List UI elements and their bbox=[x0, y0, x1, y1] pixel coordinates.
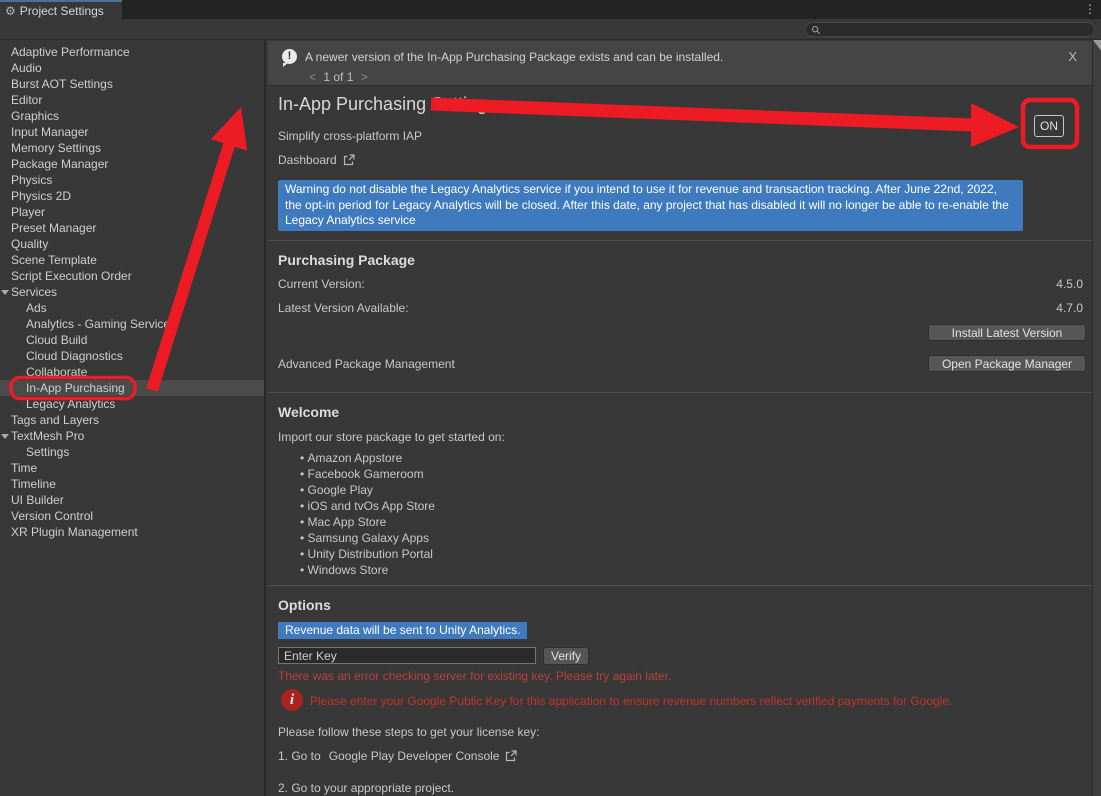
sidebar-item-analytics-gaming-services[interactable]: Analytics - Gaming Services bbox=[0, 316, 264, 332]
store-list-item: Windows Store bbox=[300, 562, 435, 578]
store-list-item: Google Play bbox=[300, 482, 435, 498]
error-info-icon: i bbox=[281, 689, 303, 711]
sidebar-item-package-manager[interactable]: Package Manager bbox=[0, 156, 264, 172]
close-icon[interactable]: X bbox=[1068, 49, 1077, 64]
project-settings-window: ⚙ Project Settings ⋮ Adaptive Performanc… bbox=[0, 0, 1101, 796]
advanced-package-label: Advanced Package Management bbox=[278, 357, 455, 371]
gear-icon: ⚙ bbox=[5, 5, 16, 17]
sidebar-item-in-app-purchasing[interactable]: In-App Purchasing bbox=[0, 380, 264, 396]
sidebar-item-input-manager[interactable]: Input Manager bbox=[0, 124, 264, 140]
title-bar: ⚙ Project Settings ⋮ bbox=[0, 0, 1101, 19]
current-version-label: Current Version: bbox=[278, 277, 365, 291]
store-list-item: iOS and tvOs App Store bbox=[300, 498, 435, 514]
chevron-down-icon[interactable] bbox=[1, 434, 9, 439]
welcome-heading: Welcome bbox=[278, 404, 339, 420]
sidebar-item-cloud-diagnostics[interactable]: Cloud Diagnostics bbox=[0, 348, 264, 364]
google-key-warning-text: Please enter your Google Public Key for … bbox=[310, 694, 952, 708]
external-link-icon bbox=[343, 154, 355, 166]
sidebar-item-textmesh-pro[interactable]: TextMesh Pro bbox=[0, 428, 264, 444]
sidebar-item-version-control[interactable]: Version Control bbox=[0, 508, 264, 524]
legacy-analytics-warning-box: Warning do not disable the Legacy Analyt… bbox=[278, 180, 1023, 231]
sidebar-item-time[interactable]: Time bbox=[0, 460, 264, 476]
pager-label: 1 of 1 bbox=[323, 70, 353, 84]
sidebar-item-cloud-build[interactable]: Cloud Build bbox=[0, 332, 264, 348]
sidebar-item-timeline[interactable]: Timeline bbox=[0, 476, 264, 492]
iap-toggle-on-button[interactable]: ON bbox=[1034, 115, 1064, 137]
notification-icon: ! bbox=[282, 49, 297, 64]
latest-version-value: 4.7.0 bbox=[1056, 301, 1083, 315]
purchasing-package-heading: Purchasing Package bbox=[278, 252, 415, 268]
external-link-icon bbox=[505, 750, 517, 762]
scrollbar-grip-icon bbox=[1093, 40, 1101, 52]
verify-button[interactable]: Verify bbox=[543, 647, 589, 665]
sidebar-item-ads[interactable]: Ads bbox=[0, 300, 264, 316]
latest-version-label: Latest Version Available: bbox=[278, 301, 409, 315]
google-play-console-link[interactable]: Google Play Developer Console bbox=[329, 749, 500, 763]
pager-next-button[interactable]: > bbox=[357, 70, 372, 84]
store-list-item: Amazon Appstore bbox=[300, 450, 435, 466]
sidebar-item-services[interactable]: Services bbox=[0, 284, 264, 300]
subtitle: Simplify cross-platform IAP bbox=[278, 129, 422, 143]
sidebar-item-script-execution-order[interactable]: Script Execution Order bbox=[0, 268, 264, 284]
sidebar-item-xr-plugin-management[interactable]: XR Plugin Management bbox=[0, 524, 264, 540]
sidebar-item-adaptive-performance[interactable]: Adaptive Performance bbox=[0, 44, 264, 60]
store-list-item: Mac App Store bbox=[300, 514, 435, 530]
sidebar-item-legacy-analytics[interactable]: Legacy Analytics bbox=[0, 396, 264, 412]
dashboard-label: Dashboard bbox=[278, 153, 337, 167]
notification-pager: < 1 of 1 > bbox=[305, 70, 372, 84]
store-list-item: Facebook Gameroom bbox=[300, 466, 435, 482]
notification-banner: ! A newer version of the In-App Purchasi… bbox=[268, 41, 1092, 86]
sidebar-item-preset-manager[interactable]: Preset Manager bbox=[0, 220, 264, 236]
page-title: In-App Purchasing Settings bbox=[278, 94, 496, 115]
dashboard-link[interactable]: Dashboard bbox=[278, 153, 355, 167]
section-divider bbox=[268, 240, 1092, 241]
sidebar-item-memory-settings[interactable]: Memory Settings bbox=[0, 140, 264, 156]
sidebar-item-audio[interactable]: Audio bbox=[0, 60, 264, 76]
window-title: Project Settings bbox=[20, 4, 104, 18]
steps-intro: Please follow these steps to get your li… bbox=[278, 725, 539, 739]
store-list: Amazon AppstoreFacebook GameroomGoogle P… bbox=[300, 450, 435, 578]
section-divider bbox=[268, 392, 1092, 393]
settings-content: ! A newer version of the In-App Purchasi… bbox=[268, 40, 1092, 796]
step1-row: 1. Go to Google Play Developer Console bbox=[278, 749, 517, 763]
notification-text: A newer version of the In-App Purchasing… bbox=[305, 50, 723, 64]
key-check-error-text: There was an error checking server for e… bbox=[278, 669, 671, 683]
store-list-item: Unity Distribution Portal bbox=[300, 546, 435, 562]
search-icon bbox=[811, 25, 821, 35]
sidebar-item-physics-2d[interactable]: Physics 2D bbox=[0, 188, 264, 204]
tab-project-settings[interactable]: ⚙ Project Settings bbox=[0, 0, 122, 19]
step2-text: 2. Go to your appropriate project. bbox=[278, 781, 454, 795]
pager-prev-button[interactable]: < bbox=[305, 70, 320, 84]
search-input[interactable] bbox=[825, 24, 1089, 36]
sidebar-item-physics[interactable]: Physics bbox=[0, 172, 264, 188]
sidebar-item-editor[interactable]: Editor bbox=[0, 92, 264, 108]
search-box[interactable] bbox=[805, 22, 1095, 37]
sidebar-item-burst-aot-settings[interactable]: Burst AOT Settings bbox=[0, 76, 264, 92]
options-heading: Options bbox=[278, 597, 331, 613]
sidebar-item-collaborate[interactable]: Collaborate bbox=[0, 364, 264, 380]
toolbar bbox=[0, 19, 1101, 40]
sidebar-item-player[interactable]: Player bbox=[0, 204, 264, 220]
open-package-manager-button[interactable]: Open Package Manager bbox=[928, 355, 1086, 372]
section-divider bbox=[268, 585, 1092, 586]
license-key-input[interactable] bbox=[278, 647, 536, 664]
analytics-note-badge: Revenue data will be sent to Unity Analy… bbox=[278, 622, 527, 639]
sidebar-item-tags-and-layers[interactable]: Tags and Layers bbox=[0, 412, 264, 428]
settings-sidebar: Adaptive PerformanceAudioBurst AOT Setti… bbox=[0, 40, 266, 796]
chevron-down-icon[interactable] bbox=[1, 290, 9, 295]
current-version-value: 4.5.0 bbox=[1056, 277, 1083, 291]
sidebar-item-quality[interactable]: Quality bbox=[0, 236, 264, 252]
welcome-intro: Import our store package to get started … bbox=[278, 430, 505, 444]
sidebar-item-graphics[interactable]: Graphics bbox=[0, 108, 264, 124]
install-latest-version-button[interactable]: Install Latest Version bbox=[928, 324, 1086, 341]
sidebar-item-scene-template[interactable]: Scene Template bbox=[0, 252, 264, 268]
vertical-scrollbar[interactable] bbox=[1092, 40, 1101, 796]
kebab-menu-icon[interactable]: ⋮ bbox=[1084, 2, 1096, 16]
step1-prefix: 1. Go to bbox=[278, 749, 321, 763]
sidebar-item-settings[interactable]: Settings bbox=[0, 444, 264, 460]
store-list-item: Samsung Galaxy Apps bbox=[300, 530, 435, 546]
sidebar-item-ui-builder[interactable]: UI Builder bbox=[0, 492, 264, 508]
